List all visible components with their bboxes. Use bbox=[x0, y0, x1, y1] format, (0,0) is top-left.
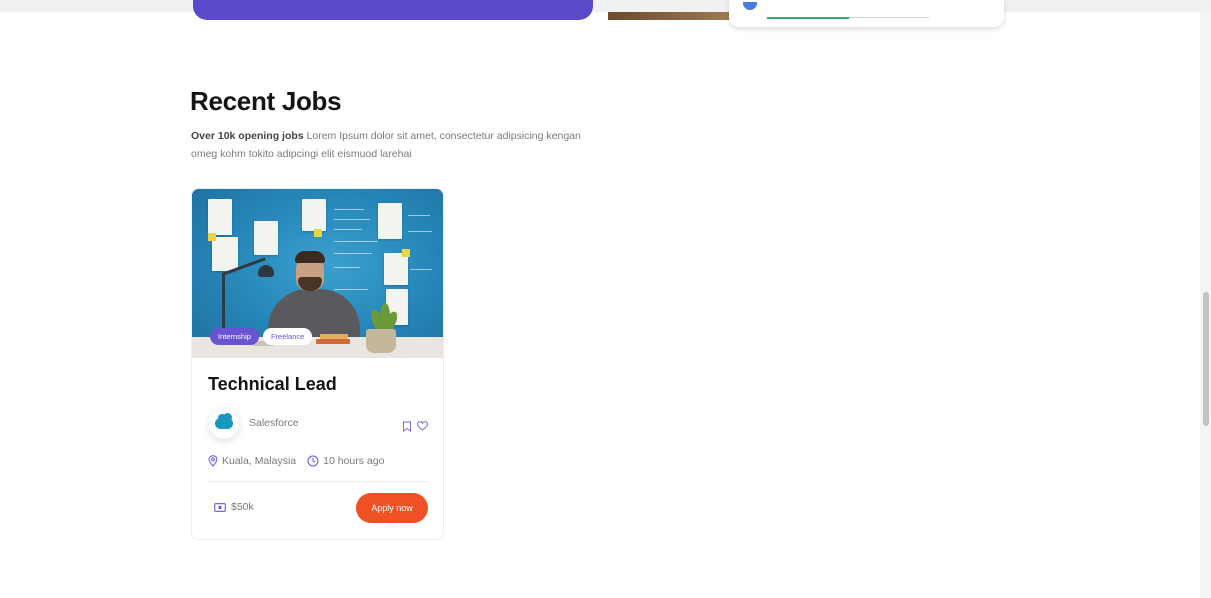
panel-tab-line bbox=[849, 17, 929, 18]
image-paper bbox=[384, 253, 408, 285]
image-paper bbox=[208, 199, 232, 235]
money-icon bbox=[214, 502, 226, 512]
section-description: Over 10k opening jobs Lorem Ipsum dolor … bbox=[191, 127, 591, 163]
job-meta: Kuala, Malaysia 10 hours ago bbox=[208, 455, 395, 467]
image-sticky-note bbox=[208, 233, 216, 241]
scrollbar-thumb[interactable] bbox=[1203, 292, 1209, 426]
hero-image-edge bbox=[608, 12, 732, 20]
floating-panel bbox=[729, 0, 1004, 27]
heart-icon[interactable] bbox=[416, 420, 428, 432]
image-paper bbox=[378, 203, 402, 239]
top-strip bbox=[0, 0, 1211, 12]
job-tags: Internship Freelance bbox=[210, 328, 313, 345]
image-scribble bbox=[408, 215, 430, 216]
image-sticky-note bbox=[402, 249, 410, 257]
job-title[interactable]: Technical Lead bbox=[208, 374, 337, 395]
image-scribble bbox=[410, 269, 432, 270]
job-salary-text: $50k bbox=[231, 501, 254, 513]
job-salary: $50k bbox=[214, 501, 254, 513]
job-location-text: Kuala, Malaysia bbox=[222, 455, 297, 467]
job-card[interactable]: Internship Freelance Technical Lead Sale… bbox=[191, 188, 444, 540]
tag-freelance[interactable]: Freelance bbox=[262, 328, 313, 345]
clock-icon bbox=[307, 455, 319, 467]
hero-search-bar-edge bbox=[193, 0, 593, 20]
bookmark-icon-svg bbox=[403, 421, 411, 432]
image-scribble bbox=[334, 209, 364, 210]
job-posted: 10 hours ago bbox=[307, 455, 384, 467]
image-person-hair bbox=[295, 251, 325, 263]
company-name[interactable]: Salesforce bbox=[249, 417, 299, 429]
image-scribble bbox=[334, 289, 368, 290]
job-location: Kuala, Malaysia bbox=[208, 455, 296, 467]
apply-now-button[interactable]: Apply now bbox=[356, 493, 428, 523]
image-scribble bbox=[334, 229, 362, 230]
image-paper bbox=[212, 237, 238, 271]
image-book bbox=[320, 334, 348, 339]
image-scribble bbox=[334, 267, 360, 268]
image-sticky-note bbox=[314, 229, 322, 237]
image-paper bbox=[302, 199, 326, 231]
tag-internship[interactable]: Internship bbox=[210, 328, 259, 345]
image-lamp-head bbox=[258, 265, 274, 277]
heart-icon-svg bbox=[416, 421, 428, 431]
panel-dot bbox=[743, 2, 757, 10]
card-divider bbox=[208, 481, 428, 482]
bookmark-icon[interactable] bbox=[401, 420, 413, 432]
image-paper bbox=[254, 221, 278, 255]
image-scribble bbox=[334, 219, 370, 220]
section-title: Recent Jobs bbox=[190, 86, 342, 116]
image-book bbox=[316, 339, 350, 344]
map-pin-icon bbox=[208, 455, 218, 467]
image-scribble bbox=[334, 253, 372, 254]
job-posted-text: 10 hours ago bbox=[323, 455, 385, 467]
image-scribble bbox=[408, 231, 432, 232]
job-image: Internship Freelance bbox=[192, 189, 443, 358]
cloud-shape bbox=[215, 413, 233, 429]
section-description-highlight: Over 10k opening jobs bbox=[191, 130, 304, 142]
image-scribble bbox=[334, 241, 378, 242]
panel-active-tab-line bbox=[767, 17, 849, 19]
image-plant-pot bbox=[366, 329, 396, 353]
salesforce-logo-icon bbox=[209, 409, 239, 439]
